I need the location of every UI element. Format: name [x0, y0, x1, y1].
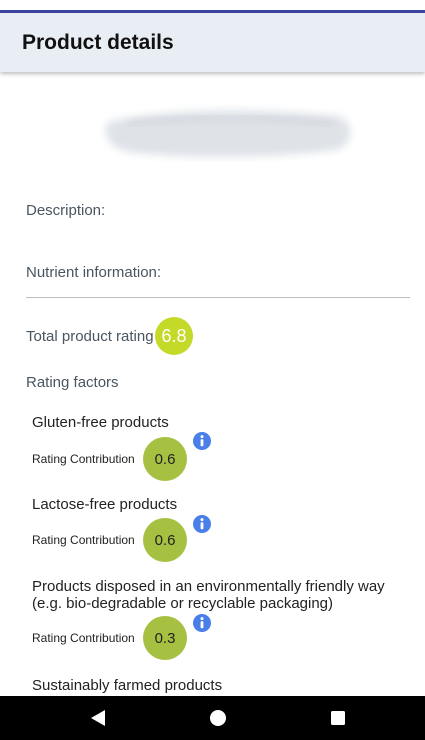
rating-contribution-label: Rating Contribution — [32, 452, 135, 466]
rating-contribution-badge: 0.6 — [143, 518, 187, 562]
divider — [26, 297, 410, 298]
rating-contribution-value: 0.6 — [154, 450, 176, 468]
product-image — [105, 110, 351, 158]
rating-contribution-label: Rating Contribution — [32, 533, 135, 547]
info-icon[interactable] — [193, 614, 211, 632]
back-triangle-icon — [91, 710, 105, 726]
home-circle-icon — [210, 710, 226, 726]
nutrient-info-label: Nutrient information: — [26, 264, 162, 281]
total-rating-value: 6.8 — [161, 325, 187, 346]
rating-factors-heading: Rating factors — [26, 374, 119, 391]
rating-contribution-badge: 0.3 — [143, 616, 187, 660]
info-icon[interactable] — [193, 432, 211, 450]
page-title: Product details — [22, 31, 174, 54]
back-button[interactable] — [68, 696, 128, 740]
factor-title: Lactose-free products — [32, 496, 178, 513]
rating-contribution-label: Rating Contribution — [32, 631, 135, 645]
recents-square-icon — [331, 711, 345, 725]
description-label: Description: — [26, 202, 106, 219]
factor-title: Gluten-free products — [32, 414, 169, 431]
total-rating-badge: 6.8 — [155, 317, 193, 355]
app-bar: Product details — [0, 13, 425, 72]
info-icon[interactable] — [193, 515, 211, 533]
factor-title: Sustainably farmed products — [32, 677, 223, 694]
rating-contribution-value: 0.6 — [154, 531, 176, 549]
factor-title: Products disposed in an environmentally … — [32, 578, 385, 612]
rating-contribution-badge: 0.6 — [143, 437, 187, 481]
navigation-bar — [0, 696, 425, 740]
home-button[interactable] — [188, 696, 248, 740]
rating-contribution-value: 0.3 — [154, 629, 176, 647]
total-rating-label: Total product rating — [26, 328, 154, 345]
status-bar — [0, 0, 425, 10]
recents-button[interactable] — [308, 696, 368, 740]
